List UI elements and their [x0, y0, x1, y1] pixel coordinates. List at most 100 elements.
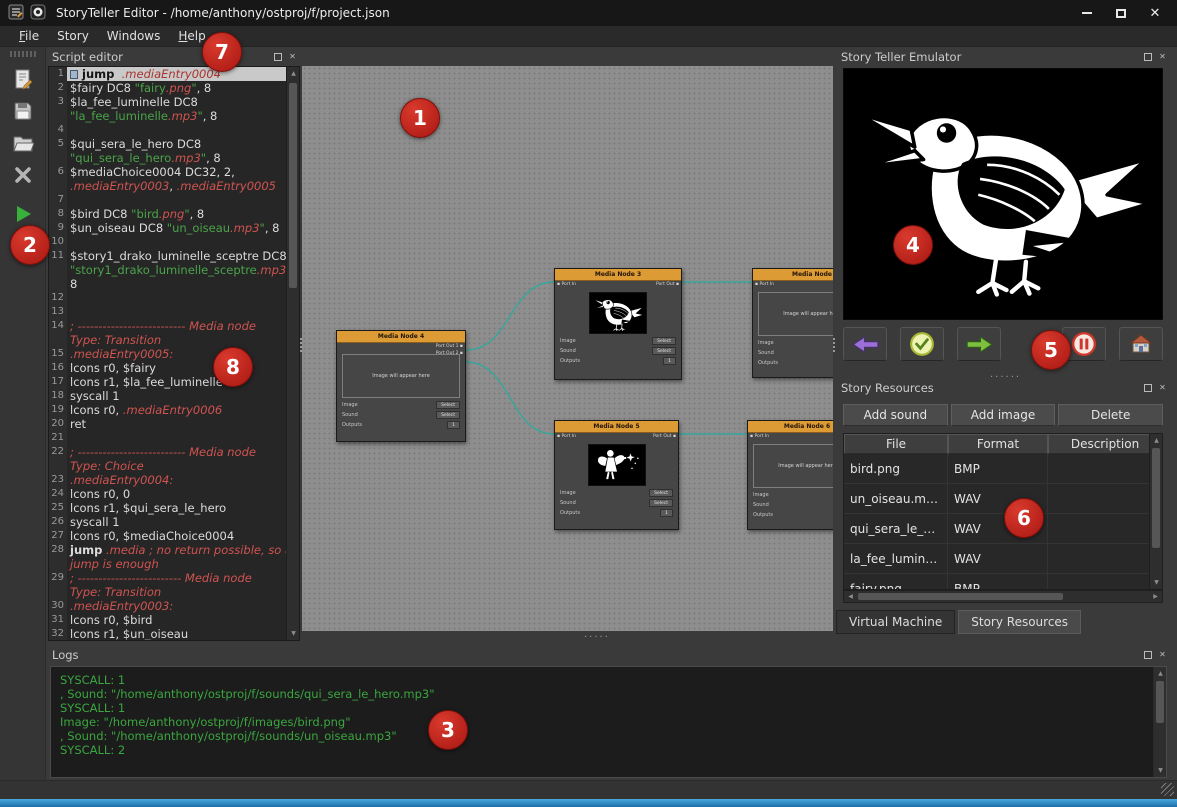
scroll-left-arrow[interactable]: ◀ — [844, 591, 857, 602]
outputs-count[interactable]: 1 — [660, 509, 673, 517]
script-editor[interactable]: 1jump .mediaEntry00042$fairy DC8 "fairy.… — [48, 66, 300, 641]
port-out-pin[interactable]: Port Out 1 ▪ — [436, 344, 463, 349]
code-row[interactable]: 7 — [49, 193, 286, 207]
save-button[interactable] — [7, 96, 39, 126]
scrollbar-thumb[interactable] — [858, 593, 1063, 600]
splitter-handle[interactable] — [833, 338, 835, 352]
outputs-count[interactable]: 1 — [447, 421, 460, 429]
node-canvas[interactable]: Media Node 4Port Out 1 ▪Port Out 2 ▪Imag… — [302, 66, 833, 631]
left-toolbar[interactable] — [0, 47, 46, 780]
code-row[interactable]: 20ret — [49, 417, 286, 431]
ok-button[interactable] — [900, 327, 944, 361]
scroll-down-arrow[interactable]: ▼ — [1150, 576, 1163, 589]
scroll-up-arrow[interactable]: ▲ — [1154, 667, 1167, 680]
code-row[interactable]: 3$la_fee_luminelle DC8 — [49, 95, 286, 109]
code-row[interactable]: "la_fee_luminelle.mp3", 8 — [49, 109, 286, 123]
delete-button[interactable]: Delete — [1058, 404, 1163, 426]
table-row[interactable]: fairy.pngBMP — [844, 574, 1162, 590]
port-in-pin[interactable]: ▪ Port In — [750, 434, 769, 439]
select-button[interactable]: Select — [436, 411, 460, 419]
code-row[interactable]: "story1_drako_luminelle_sceptre.mp3", — [49, 263, 286, 277]
home-button[interactable] — [1119, 327, 1163, 361]
scroll-up-arrow[interactable]: ▲ — [1150, 434, 1163, 447]
open-button[interactable] — [7, 128, 39, 158]
logs-dock-header[interactable]: Logs ✕ — [46, 645, 1172, 664]
code-row[interactable]: 9$un_oiseau DC8 "un_oiseau.mp3", 8 — [49, 221, 286, 235]
resources-table-body[interactable]: bird.pngBMPun_oiseau.mp3WAVqui_sera_le_h… — [844, 454, 1162, 590]
media-node[interactable]: Media Node 6▪ Port InImage will appear h… — [747, 420, 833, 530]
code-row[interactable]: 26syscall 1 — [49, 515, 286, 529]
table-hscrollbar[interactable]: ◀ ▶ — [843, 590, 1163, 603]
add-image-button[interactable]: Add image — [951, 404, 1056, 426]
resources-dock-header[interactable]: Story Resources ✕ — [835, 378, 1172, 397]
select-button[interactable]: Select — [652, 347, 676, 355]
media-node[interactable]: Media Node▪ Port InImage will appear her… — [752, 268, 833, 378]
code-row[interactable]: 2$fairy DC8 "fairy.png", 8 — [49, 81, 286, 95]
code-row[interactable]: 10 — [49, 235, 286, 249]
column-header-file[interactable]: File — [844, 434, 948, 454]
close-project-button[interactable] — [7, 160, 39, 190]
resources-table[interactable]: FileFormatDescription bird.pngBMPun_oise… — [843, 433, 1163, 590]
float-dock-icon[interactable] — [272, 51, 283, 62]
code-row[interactable]: 8$bird DC8 "bird.png", 8 — [49, 207, 286, 221]
minimize-button[interactable] — [1073, 3, 1101, 23]
outputs-count[interactable]: 1 — [663, 357, 676, 365]
float-dock-icon[interactable] — [1142, 382, 1153, 393]
resources-table-header[interactable]: FileFormatDescription — [844, 434, 1162, 454]
media-node[interactable]: Media Node 4Port Out 1 ▪Port Out 2 ▪Imag… — [336, 330, 466, 442]
media-node[interactable]: Media Node 5▪ Port InPort Out ▪ImageSele… — [554, 420, 679, 530]
menu-file[interactable]: File — [10, 27, 48, 45]
code-row[interactable]: jump is enough — [49, 557, 286, 571]
close-dock-icon[interactable]: ✕ — [287, 51, 298, 62]
code-row[interactable]: 14; -------------------------- Media nod… — [49, 319, 286, 333]
prev-button[interactable] — [843, 327, 887, 361]
select-button[interactable]: Select — [649, 499, 673, 507]
code-row[interactable]: 22; -------------------------- Media nod… — [49, 445, 286, 459]
code-row[interactable]: 6$mediaChoice0004 DC32, 2, — [49, 165, 286, 179]
next-button[interactable] — [957, 327, 1001, 361]
code-row[interactable]: .mediaEntry0003, .mediaEntry0005 — [49, 179, 286, 193]
select-button[interactable]: Select — [652, 337, 676, 345]
menu-story[interactable]: Story — [48, 27, 98, 45]
code-row[interactable]: 4 — [49, 123, 286, 137]
code-row[interactable]: Type: Choice — [49, 459, 286, 473]
media-node[interactable]: Media Node 3▪ Port InPort Out ▪ImageSele… — [554, 268, 682, 380]
editor-scrollbar[interactable]: ▲ ▼ — [286, 67, 299, 640]
code-row[interactable]: 11$story1_drako_luminelle_sceptre DC8 — [49, 249, 286, 263]
port-in-pin[interactable]: ▪ Port In — [557, 282, 576, 287]
table-row[interactable]: un_oiseau.mp3WAV — [844, 484, 1162, 514]
scroll-right-arrow[interactable]: ▶ — [1149, 591, 1162, 602]
port-in-pin[interactable]: ▪ Port In — [755, 282, 774, 287]
close-dock-icon[interactable]: ✕ — [1157, 51, 1168, 62]
table-row[interactable]: la_fee_luminelle.mp3WAV — [844, 544, 1162, 574]
code-row[interactable]: 21 — [49, 431, 286, 445]
code-row[interactable]: 23.mediaEntry0004: — [49, 473, 286, 487]
float-dock-icon[interactable] — [1142, 649, 1153, 660]
code-row[interactable]: 8 — [49, 277, 286, 291]
script-editor-dock-header[interactable]: Script editor ✕ — [46, 47, 302, 66]
code-row[interactable]: 30.mediaEntry0003: — [49, 599, 286, 613]
code-row[interactable]: 24lcons r0, 0 — [49, 487, 286, 501]
column-header-format[interactable]: Format — [948, 434, 1048, 454]
close-dock-icon[interactable]: ✕ — [1157, 649, 1168, 660]
code-row[interactable]: 17lcons r1, $la_fee_luminelle — [49, 375, 286, 389]
code-row[interactable]: "qui_sera_le_hero.mp3", 8 — [49, 151, 286, 165]
logs-scrollbar[interactable]: ▲ ▼ — [1153, 667, 1166, 777]
new-script-button[interactable] — [7, 64, 39, 94]
code-row[interactable]: 18syscall 1 — [49, 389, 286, 403]
port-out-pin[interactable]: Port Out 2 ▪ — [436, 351, 463, 356]
menu-bar[interactable]: FileStoryWindowsHelp — [0, 26, 1177, 47]
code-row[interactable]: 31lcons r0, $bird — [49, 613, 286, 627]
menu-windows[interactable]: Windows — [98, 27, 170, 45]
code-row[interactable]: 25lcons r1, $qui_sera_le_hero — [49, 501, 286, 515]
select-button[interactable]: Select — [436, 401, 460, 409]
close-button[interactable]: ✕ — [1141, 3, 1169, 23]
resize-grip[interactable] — [1161, 783, 1174, 796]
scrollbar-thumb[interactable] — [1152, 448, 1160, 548]
splitter-handle[interactable]: ····· — [584, 632, 610, 643]
code-row[interactable]: 1jump .mediaEntry0004 — [49, 67, 286, 81]
tab-story-resources[interactable]: Story Resources — [958, 610, 1081, 634]
log-output[interactable]: SYSCALL: 1, Sound: "/home/anthony/ostpro… — [50, 666, 1167, 778]
emulator-dock-header[interactable]: Story Teller Emulator ✕ — [835, 47, 1172, 66]
column-header-description[interactable]: Description — [1048, 434, 1162, 454]
